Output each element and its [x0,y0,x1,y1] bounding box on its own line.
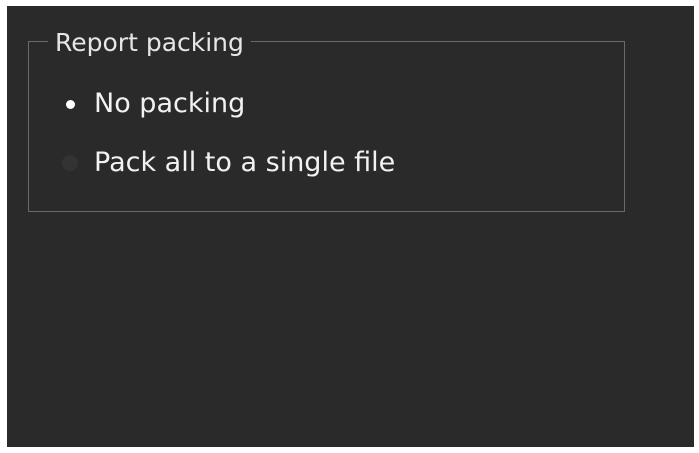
radio-pack-single-file-label: Pack all to a single file [94,147,396,178]
radio-no-packing-label: No packing [94,88,246,119]
report-packing-groupbox [28,41,625,212]
radio-no-packing[interactable]: No packing [62,85,245,123]
report-packing-title: Report packing [48,27,251,59]
radio-unchecked-icon[interactable] [62,155,78,171]
radio-checked-icon[interactable] [62,96,78,112]
radio-pack-single-file[interactable]: Pack all to a single file [62,144,395,182]
